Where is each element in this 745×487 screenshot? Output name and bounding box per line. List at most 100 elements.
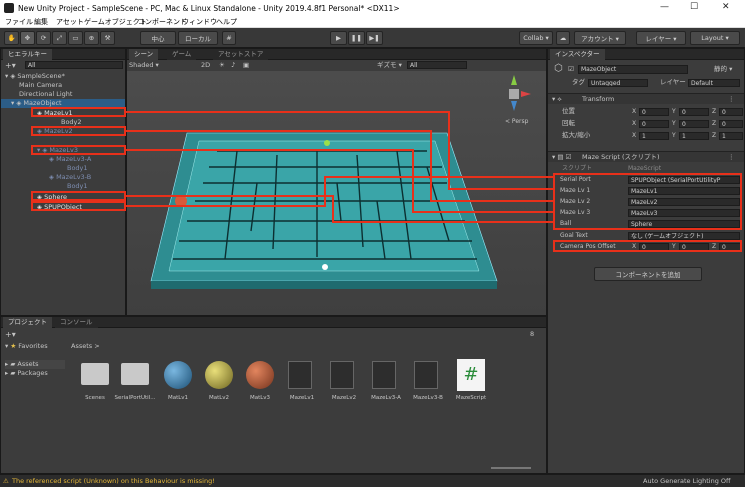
assets-folder-item[interactable]: ▸ ▰ Assets: [5, 360, 65, 369]
icon-size-slider[interactable]: [491, 467, 531, 469]
mesh-icon[interactable]: [330, 361, 354, 389]
hierarchy-item-label: Body2: [61, 118, 82, 126]
layers-dropdown[interactable]: レイヤー ▾: [636, 31, 686, 45]
account-dropdown[interactable]: アカウント ▾: [574, 31, 626, 45]
breadcrumb[interactable]: Assets >: [71, 342, 100, 351]
asset-label: MazeLv3-A: [371, 395, 401, 401]
hierarchy-search-input[interactable]: All: [25, 61, 123, 69]
tab-project[interactable]: プロジェクト: [3, 317, 52, 328]
material-sphere-icon[interactable]: [164, 361, 192, 389]
step-button[interactable]: ▶❚: [366, 31, 383, 45]
hand-tool-icon[interactable]: ✋: [4, 31, 19, 45]
custom-tool-icon[interactable]: ⚒: [100, 31, 115, 45]
effects-icon[interactable]: ▣: [243, 61, 249, 70]
menu-assets[interactable]: アセット: [56, 17, 84, 27]
cloud-icon[interactable]: ☁: [556, 31, 570, 45]
layer-dropdown[interactable]: Default: [688, 79, 740, 87]
shading-dropdown[interactable]: Shaded ▾: [129, 61, 159, 70]
lighting-icon[interactable]: ☀: [219, 61, 225, 70]
material-sphere-icon[interactable]: [205, 361, 233, 389]
scene-viewport[interactable]: < Persp: [127, 71, 546, 315]
static-toggle[interactable]: 静的 ▾: [714, 65, 732, 74]
menu-help[interactable]: ヘルプ: [216, 17, 237, 27]
connector-line: [126, 149, 414, 151]
position-y-field[interactable]: 0: [679, 108, 709, 116]
tab-inspector-label: インスペクター: [555, 50, 600, 58]
add-component-button[interactable]: コンポーネントを追加: [594, 267, 702, 281]
hierarchy-item-body1-b[interactable]: Body1: [67, 182, 88, 191]
create-plus-icon[interactable]: +▾: [5, 61, 16, 70]
collab-button[interactable]: Collab ▾: [519, 31, 553, 45]
mazescript-header[interactable]: ▾ ▤ ☑ Maze Script (スクリプト) ⋮: [548, 151, 744, 162]
folder-icon[interactable]: [121, 363, 149, 385]
pivot-center-button[interactable]: 中心: [140, 31, 176, 45]
2d-toggle[interactable]: 2D: [201, 61, 210, 70]
hierarchy-item-body1[interactable]: Body1: [67, 164, 88, 173]
tab-game[interactable]: ゲーム: [167, 49, 197, 60]
tab-scene[interactable]: シーン: [129, 49, 159, 60]
play-button[interactable]: ▶: [330, 31, 347, 45]
scene-root[interactable]: ▾ ◈ SampleScene*: [5, 72, 65, 81]
menu-file[interactable]: ファイル: [5, 17, 33, 27]
favorites-item[interactable]: ▾ ★ Favorites: [5, 342, 48, 351]
rect-tool-icon[interactable]: ▭: [68, 31, 83, 45]
active-checkbox[interactable]: ☑: [568, 65, 574, 74]
transform-header[interactable]: ▾ ⟡ Transform ⋮: [548, 93, 744, 104]
rotation-y-field[interactable]: 0: [679, 120, 709, 128]
project-create-icon[interactable]: +▾: [5, 330, 16, 339]
move-tool-icon[interactable]: ✥: [20, 31, 35, 45]
pivot-local-button[interactable]: ローカル: [178, 31, 218, 45]
connector-line: [332, 195, 334, 223]
gizmos-dropdown[interactable]: ギズモ ▾: [377, 61, 402, 70]
packages-folder-item[interactable]: ▸ ▰ Packages: [5, 369, 48, 378]
mazescript-title: Maze Script (スクリプト): [582, 153, 660, 161]
mesh-icon[interactable]: [414, 361, 438, 389]
scale-z-field[interactable]: 1: [719, 132, 743, 140]
hierarchy-item-label: MazeObject: [23, 99, 62, 107]
position-x-field[interactable]: 0: [639, 108, 669, 116]
tab-asset-store[interactable]: アセットストア: [213, 49, 269, 60]
pause-button[interactable]: ❚❚: [348, 31, 365, 45]
rotate-tool-icon[interactable]: ⟳: [36, 31, 51, 45]
csharp-script-icon[interactable]: #: [457, 359, 485, 391]
layout-dropdown[interactable]: Layout ▾: [690, 31, 740, 45]
rotation-x-field[interactable]: 0: [639, 120, 669, 128]
hierarchy-item-main-camera[interactable]: Main Camera: [19, 81, 62, 90]
transform-menu-icon[interactable]: ⋮: [728, 95, 735, 104]
mesh-icon[interactable]: [372, 361, 396, 389]
maximize-button[interactable]: ☐: [690, 2, 698, 12]
goal-text-field[interactable]: なし (ゲームオブジェクト): [628, 232, 740, 240]
minimize-button[interactable]: —: [660, 2, 669, 12]
scale-x-field[interactable]: 1: [639, 132, 669, 140]
tag-dropdown[interactable]: Untagged: [588, 79, 648, 87]
rotation-z-field[interactable]: 0: [719, 120, 743, 128]
audio-icon[interactable]: ♪: [231, 61, 235, 70]
position-z-field[interactable]: 0: [719, 108, 743, 116]
script-menu-icon[interactable]: ⋮: [728, 153, 735, 162]
close-button[interactable]: ✕: [722, 2, 730, 12]
folder-icon[interactable]: [81, 363, 109, 385]
hierarchy-item-mazelv3-a[interactable]: ◈ MazeLv3-A: [49, 155, 91, 164]
rotation-label: 回転: [562, 119, 575, 127]
grid-snap-icon[interactable]: #: [222, 31, 236, 45]
hierarchy-item-directional-light[interactable]: Directional Light: [19, 90, 72, 99]
light-marker: [322, 264, 328, 270]
scale-y-field[interactable]: 1: [679, 132, 709, 140]
menu-component[interactable]: コンポーネント: [138, 17, 187, 27]
tab-hierarchy[interactable]: ヒエラルキー: [3, 49, 52, 60]
menu-window[interactable]: ウィンドウ: [182, 17, 217, 27]
menu-edit[interactable]: 編集: [34, 17, 48, 27]
hierarchy-item-mazelv3-b[interactable]: ◈ MazeLv3-B: [49, 173, 91, 182]
axis-z-label: Z: [712, 132, 717, 139]
transform-tool-icon[interactable]: ⊕: [84, 31, 99, 45]
scene-gizmo[interactable]: [509, 75, 531, 111]
hierarchy-item-label: Directional Light: [19, 90, 73, 98]
tab-inspector[interactable]: インスペクター: [550, 49, 605, 60]
status-warning-text[interactable]: The referenced script (Unknown) on this …: [12, 477, 215, 486]
mesh-icon[interactable]: [288, 361, 312, 389]
object-name-input[interactable]: MazeObject: [578, 65, 688, 74]
scale-tool-icon[interactable]: ⤢: [52, 31, 67, 45]
material-sphere-icon[interactable]: [246, 361, 274, 389]
scene-search-input[interactable]: All: [407, 61, 467, 69]
tab-console[interactable]: コンソール: [55, 317, 98, 328]
